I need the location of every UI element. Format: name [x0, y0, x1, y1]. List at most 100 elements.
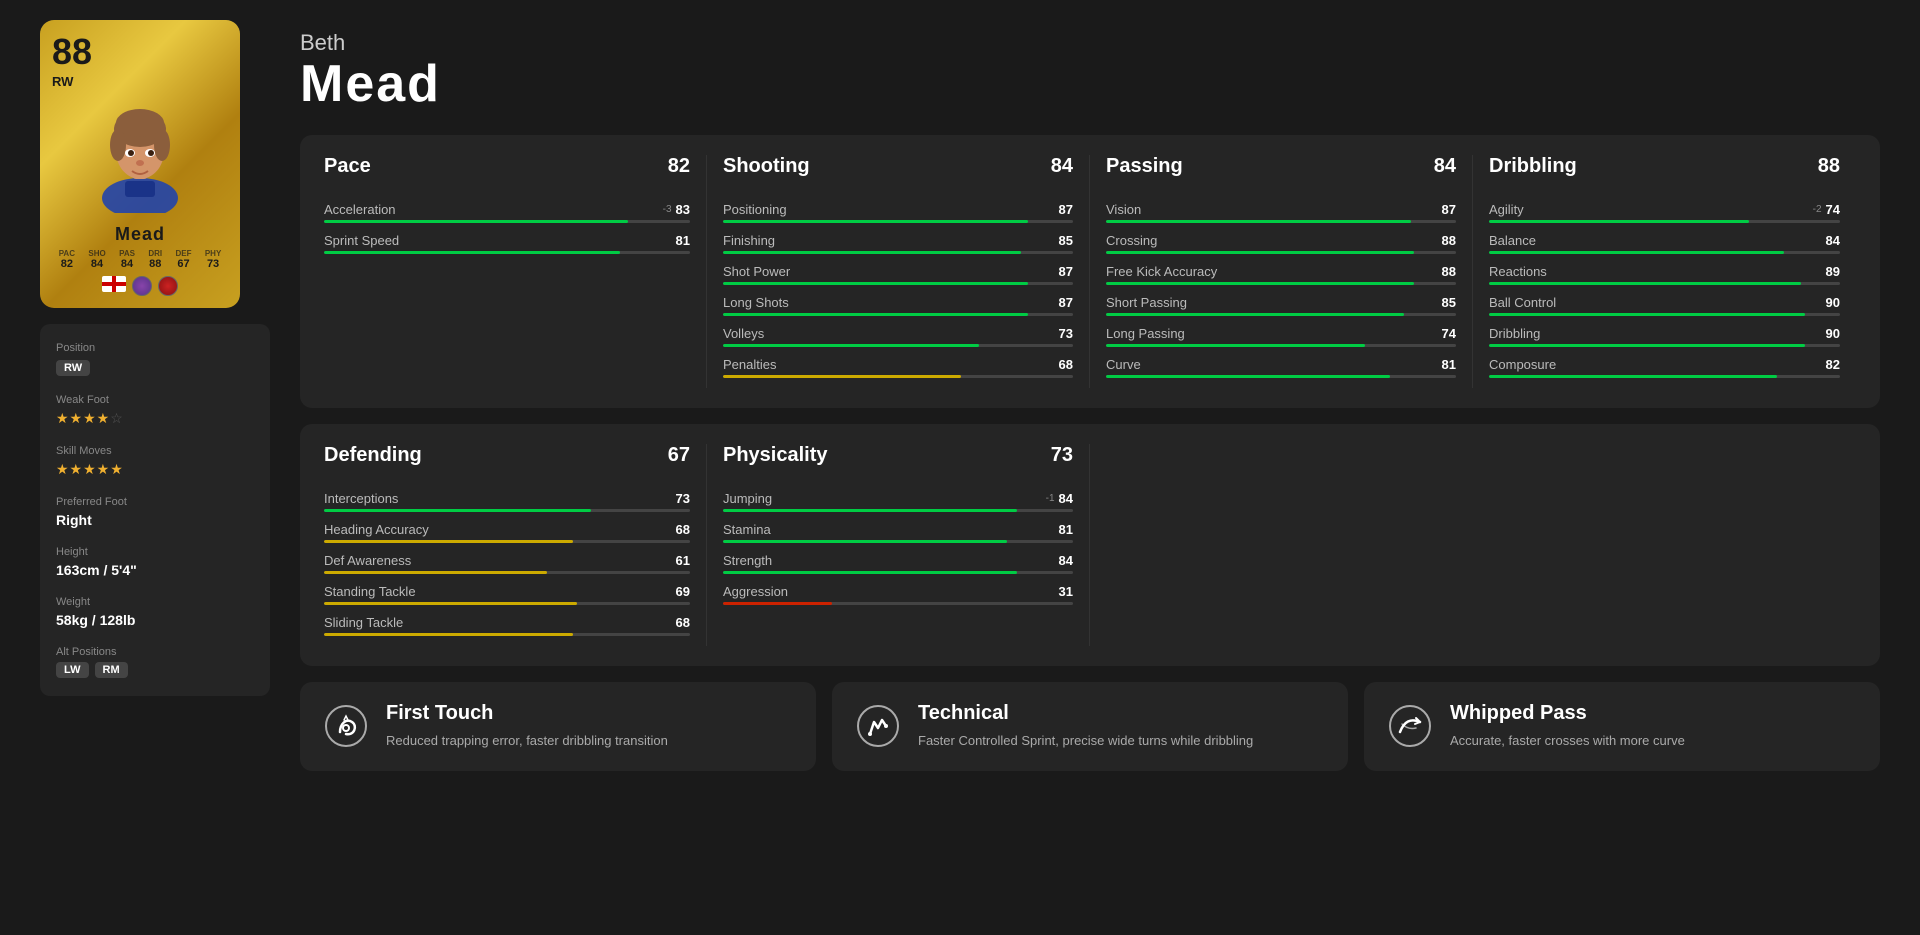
stat-name: Positioning	[723, 202, 787, 217]
stat-bar-fill	[723, 282, 1028, 285]
stat-row: Positioning 87	[723, 202, 1073, 223]
stat-value: 90	[1826, 326, 1840, 341]
weak-foot-label: Weak Foot	[56, 394, 254, 406]
height-label: Height	[56, 546, 254, 558]
stat-name: Balance	[1489, 233, 1536, 248]
stat-value: 88	[1442, 264, 1456, 279]
stat-bar	[1106, 251, 1456, 254]
stat-bar-fill	[1106, 282, 1414, 285]
stat-bar	[1106, 282, 1456, 285]
stat-bar-fill	[723, 602, 832, 605]
stat-bar	[324, 540, 690, 543]
stat-value: 68	[676, 522, 690, 537]
defending-value: 67	[668, 444, 690, 467]
stat-value: 84	[1059, 553, 1073, 568]
stat-name: Heading Accuracy	[324, 522, 429, 537]
stat-bar	[1489, 251, 1840, 254]
club-badge-2	[158, 276, 178, 296]
stat-row: Standing Tackle 69	[324, 584, 690, 605]
stat-bar	[1106, 220, 1456, 223]
whipped-pass-name: Whipped Pass	[1450, 702, 1858, 725]
stat-bar	[723, 375, 1073, 378]
stat-bar-fill	[1489, 313, 1805, 316]
stat-bar-fill	[1489, 282, 1801, 285]
stat-name: Finishing	[723, 233, 775, 248]
stat-bar	[723, 344, 1073, 347]
stat-value: 81	[1059, 522, 1073, 537]
pace-name: Pace	[324, 155, 371, 178]
alt-positions-row: Alt Positions LW RM	[56, 646, 254, 678]
stat-row: Long Passing 74	[1106, 326, 1456, 347]
card-phy: 73	[205, 258, 221, 270]
physicality-name: Physicality	[723, 444, 828, 467]
england-flag	[102, 276, 126, 292]
stat-value: 74	[1442, 326, 1456, 341]
stat-row: Crossing 88	[1106, 233, 1456, 254]
stat-bar	[324, 602, 690, 605]
category-dribbling: Dribbling 88 Agility -2 74 Balance	[1473, 155, 1856, 388]
stat-name: Jumping	[723, 491, 772, 506]
playstyle-first-touch: First Touch Reduced trapping error, fast…	[300, 682, 816, 771]
stat-name: Free Kick Accuracy	[1106, 264, 1217, 279]
height-value: 163cm / 5'4"	[56, 562, 254, 578]
stat-bar	[324, 251, 690, 254]
stat-bar-fill	[1106, 344, 1365, 347]
stat-bar	[1106, 375, 1456, 378]
playstyle-whipped-pass: Whipped Pass Accurate, faster crosses wi…	[1364, 682, 1880, 771]
preferred-foot-row: Preferred Foot Right	[56, 496, 254, 528]
weak-foot-stars: ★★★★☆	[56, 410, 254, 427]
stat-value: 83	[676, 202, 690, 217]
stat-row: Curve 81	[1106, 357, 1456, 378]
stat-value: 84	[1059, 491, 1073, 506]
technical-content: Technical Faster Controlled Sprint, prec…	[918, 702, 1326, 751]
stat-bar-fill	[324, 571, 547, 574]
preferred-foot-value: Right	[56, 512, 254, 528]
weak-foot-row: Weak Foot ★★★★☆	[56, 394, 254, 427]
player-last-name: Mead	[300, 56, 1880, 113]
stat-value: 82	[1826, 357, 1840, 372]
stat-bar-fill	[1489, 375, 1777, 378]
stat-name: Sliding Tackle	[324, 615, 403, 630]
category-shooting: Shooting 84 Positioning 87 Finishing	[707, 155, 1090, 388]
stat-bar-fill	[324, 509, 591, 512]
stat-bar	[1489, 344, 1840, 347]
stat-row: Interceptions 73	[324, 491, 690, 512]
stat-bar	[723, 602, 1073, 605]
stat-row: Stamina 81	[723, 522, 1073, 543]
stat-row: Balance 84	[1489, 233, 1840, 254]
stat-row: Short Passing 85	[1106, 295, 1456, 316]
stat-value: 85	[1059, 233, 1073, 248]
stat-name: Short Passing	[1106, 295, 1187, 310]
stat-name: Composure	[1489, 357, 1556, 372]
stat-row: Shot Power 87	[723, 264, 1073, 285]
first-touch-desc: Reduced trapping error, faster dribbling…	[386, 731, 794, 751]
stat-value: 68	[1059, 357, 1073, 372]
stat-value: 87	[1059, 202, 1073, 217]
weight-row: Weight 58kg / 128lb	[56, 596, 254, 628]
skill-moves-row: Skill Moves ★★★★★	[56, 445, 254, 478]
stats-grid: Pace 82 Acceleration -3 83 Sprint Speed	[300, 135, 1880, 408]
first-touch-content: First Touch Reduced trapping error, fast…	[386, 702, 794, 751]
stat-value: 81	[676, 233, 690, 248]
stat-row: Dribbling 90	[1489, 326, 1840, 347]
category-defending: Defending 67 Interceptions 73 Heading Ac…	[324, 444, 707, 646]
position-row: Position RW	[56, 342, 254, 376]
stat-name: Sprint Speed	[324, 233, 399, 248]
stat-change: -2	[1813, 204, 1822, 215]
skill-moves-label: Skill Moves	[56, 445, 254, 457]
stat-bar	[1489, 220, 1840, 223]
alt-positions-label: Alt Positions	[56, 646, 254, 658]
player-image	[80, 93, 200, 213]
pace-value: 82	[668, 155, 690, 178]
category-physicality: Physicality 73 Jumping -1 84 Stamina	[707, 444, 1090, 646]
stat-row: Aggression 31	[723, 584, 1073, 605]
stat-name: Standing Tackle	[324, 584, 416, 599]
stat-bar-fill	[723, 344, 979, 347]
stat-row: Heading Accuracy 68	[324, 522, 690, 543]
stat-bar-fill	[723, 375, 961, 378]
stat-row: Strength 84	[723, 553, 1073, 574]
stat-name: Stamina	[723, 522, 771, 537]
stat-bar-fill	[1106, 375, 1390, 378]
stat-value: 61	[676, 553, 690, 568]
stat-bar	[324, 633, 690, 636]
